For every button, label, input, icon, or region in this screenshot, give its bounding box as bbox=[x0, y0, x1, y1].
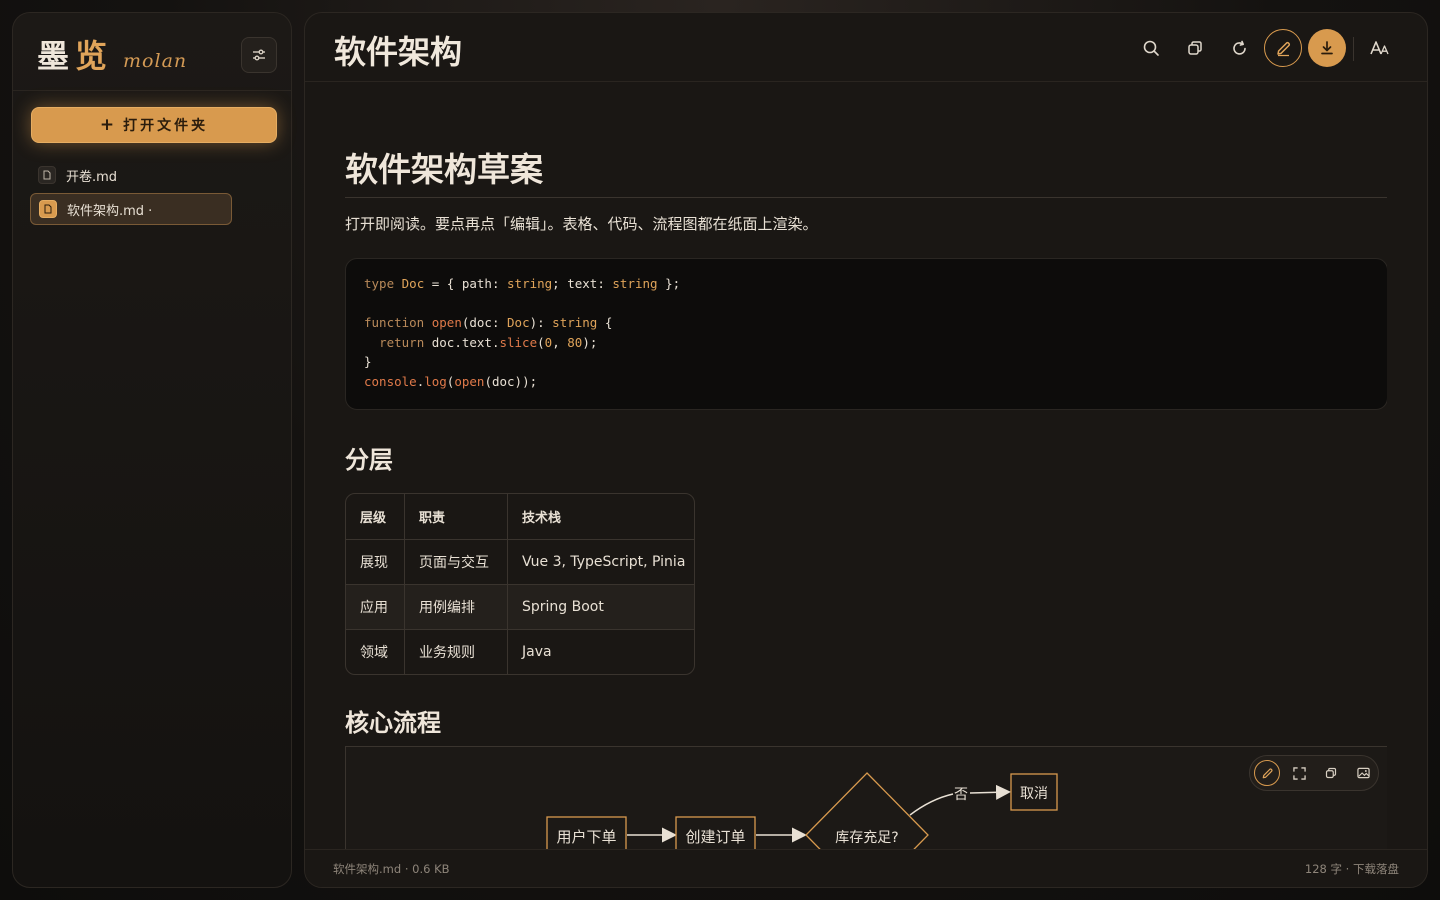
code-line: console.log(open(doc)); bbox=[364, 373, 538, 389]
open-folder-label: 打开文件夹 bbox=[123, 118, 209, 134]
flow-edge bbox=[969, 784, 1011, 800]
code-line: function open(doc: Doc): string { bbox=[364, 315, 613, 331]
sidebar: 墨览 molan + 打开文件夹 开卷.md 软件架构.md · bbox=[12, 12, 292, 888]
flow-edge bbox=[909, 793, 954, 816]
page-title: 软件架构 bbox=[334, 33, 463, 71]
plus-icon: + bbox=[99, 115, 118, 135]
toolbar-separator bbox=[1353, 37, 1354, 61]
refresh-icon bbox=[1232, 40, 1246, 55]
copy-icon bbox=[1325, 767, 1337, 779]
pencil-icon bbox=[1276, 41, 1290, 56]
flow-node-label: 创建订单 bbox=[685, 828, 745, 846]
download-button[interactable] bbox=[1308, 29, 1346, 67]
file-name: 软件架构.md · bbox=[67, 203, 153, 219]
diagram-toolbar bbox=[1249, 755, 1379, 791]
status-file-info: 软件架构.md · 0.6 KB bbox=[333, 862, 450, 876]
file-name: 开卷.md bbox=[66, 169, 118, 185]
table-header-cell: 技术栈 bbox=[507, 494, 694, 539]
table-cell: 页面与交互 bbox=[404, 540, 507, 584]
search-button[interactable] bbox=[1132, 29, 1170, 67]
font-size-icon bbox=[1370, 41, 1389, 55]
sidebar-divider bbox=[13, 90, 291, 91]
topbar: 软件架构 bbox=[305, 13, 1427, 82]
table-header-cell: 层级 bbox=[360, 511, 387, 526]
code-line: return doc.text.slice(0, 80); bbox=[379, 334, 598, 350]
document-intro: 打开即阅读。要点再点「编辑」。表格、代码、流程图都在纸面上渲染。 bbox=[345, 215, 818, 233]
flow-edge-label: 否 bbox=[954, 787, 968, 803]
document-content: 软件架构草案 打开即阅读。要点再点「编辑」。表格、代码、流程图都在纸面上渲染。 … bbox=[345, 83, 1387, 849]
file-icon bbox=[38, 166, 56, 184]
code-block: type Doc = { path: string; text: string … bbox=[345, 258, 1387, 410]
status-bar: 软件架构.md · 0.6 KB 128 字 · 下载落盘 bbox=[305, 849, 1427, 887]
table-row: 应用 用例编排 Spring Boot bbox=[346, 584, 694, 629]
flow-diagram-svg: 用户下单 创建订单 库存充足? 否 取消 bbox=[546, 772, 1058, 849]
table-cell: Spring Boot bbox=[507, 585, 694, 629]
font-size-button[interactable] bbox=[1361, 29, 1399, 67]
table-cell: 领域 bbox=[360, 645, 388, 661]
search-icon bbox=[1143, 40, 1159, 56]
open-folder-button[interactable]: + 打开文件夹 bbox=[31, 107, 277, 143]
diagram-fullscreen-button[interactable] bbox=[1286, 760, 1312, 786]
heading-rule bbox=[345, 197, 1387, 198]
fullscreen-icon bbox=[1292, 766, 1306, 780]
edit-button[interactable] bbox=[1264, 29, 1302, 67]
code-line: } bbox=[364, 354, 372, 370]
table-row: 展现 页面与交互 Vue 3, TypeScript, Pinia bbox=[346, 539, 694, 584]
table-cell: 展现 bbox=[360, 555, 388, 571]
copy-icon bbox=[1188, 41, 1202, 55]
table-row: 领域 业务规则 Java bbox=[346, 629, 694, 674]
table-cell: Java bbox=[507, 630, 694, 674]
brand-name-cn: 墨览 bbox=[37, 37, 114, 75]
table-header-row: 层级 职责 技术栈 bbox=[346, 494, 694, 539]
table-cell: 应用 bbox=[360, 600, 388, 616]
flow-node-label: 取消 bbox=[1020, 786, 1048, 802]
table-cell: 用例编排 bbox=[404, 585, 507, 629]
flow-node-label: 用户下单 bbox=[556, 828, 616, 846]
image-icon bbox=[1356, 767, 1370, 779]
code-line: type Doc = { path: string; text: string … bbox=[364, 276, 681, 291]
diagram-copy-button[interactable] bbox=[1318, 760, 1344, 786]
file-item-software-architecture[interactable]: 软件架构.md · bbox=[30, 193, 232, 225]
sliders-icon bbox=[253, 49, 265, 61]
table-header-cell: 职责 bbox=[404, 494, 507, 539]
section-heading-layers: 分层 bbox=[345, 446, 393, 474]
refresh-button[interactable] bbox=[1220, 29, 1258, 67]
settings-sliders-button[interactable] bbox=[241, 37, 277, 73]
brand-logo: 墨览 molan bbox=[37, 31, 187, 75]
document-heading: 软件架构草案 bbox=[345, 150, 543, 189]
file-icon bbox=[39, 200, 57, 218]
diagram-edit-button[interactable] bbox=[1254, 760, 1280, 786]
pencil-icon bbox=[1262, 767, 1273, 778]
diagram-export-image-button[interactable] bbox=[1350, 760, 1376, 786]
file-item-kaijuan[interactable]: 开卷.md bbox=[30, 159, 232, 191]
flow-node-label: 库存充足? bbox=[835, 830, 898, 846]
download-icon bbox=[1321, 41, 1333, 55]
section-heading-flow: 核心流程 bbox=[345, 709, 441, 737]
main-panel: 软件架构 软件架构草案 打开即阅读。要点再点「编辑」。表格、代码、流程图都在纸面… bbox=[304, 12, 1428, 888]
table-cell: 业务规则 bbox=[404, 630, 507, 674]
copy-button[interactable] bbox=[1176, 29, 1214, 67]
layers-table: 层级 职责 技术栈 展现 页面与交互 Vue 3, TypeScript, Pi… bbox=[345, 493, 695, 675]
status-stats: 128 字 · 下载落盘 bbox=[1304, 862, 1399, 876]
flow-diagram: 用户下单 创建订单 库存充足? 否 取消 bbox=[345, 746, 1387, 849]
brand-name-en: molan bbox=[123, 50, 188, 72]
table-cell: Vue 3, TypeScript, Pinia bbox=[507, 540, 694, 584]
